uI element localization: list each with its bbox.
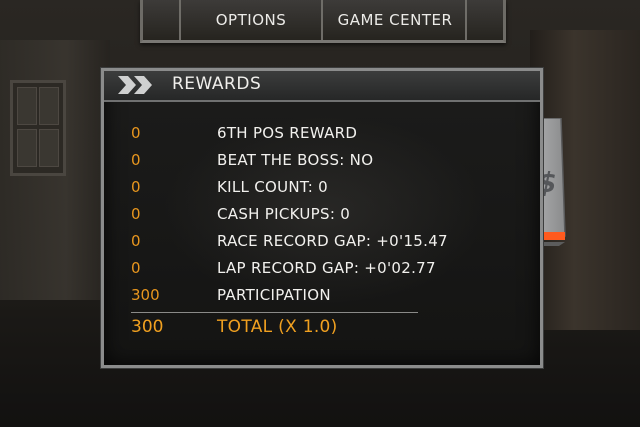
- reward-label: PARTICIPATION: [217, 286, 331, 304]
- rewards-panel: REWARDS 0 6TH POS REWARD 0 BEAT THE BOSS…: [101, 68, 543, 368]
- reward-row: 0 RACE RECORD GAP: +0'15.47: [104, 232, 540, 258]
- total-value: 300: [131, 317, 164, 337]
- reward-value: 0: [131, 124, 141, 142]
- menu-divider: [465, 0, 467, 40]
- menu-divider: [179, 0, 181, 40]
- reward-row: 0 6TH POS REWARD: [104, 124, 540, 150]
- panel-title: REWARDS: [172, 74, 262, 94]
- reward-value: 300: [131, 286, 160, 304]
- reward-row: 0 CASH PICKUPS: 0: [104, 205, 540, 231]
- options-button[interactable]: OPTIONS: [179, 0, 323, 40]
- reward-value: 0: [131, 178, 141, 196]
- reward-value: 0: [131, 205, 141, 223]
- reward-label: KILL COUNT: 0: [217, 178, 329, 196]
- garage-window: [10, 80, 66, 176]
- reward-row: 300 PARTICIPATION: [104, 286, 540, 312]
- panel-header: REWARDS: [104, 71, 540, 102]
- total-divider: [131, 312, 418, 313]
- reward-value: 0: [131, 232, 141, 250]
- reward-row: 0 LAP RECORD GAP: +0'02.77: [104, 259, 540, 285]
- game-center-button[interactable]: GAME CENTER: [323, 0, 467, 40]
- reward-row: 0 BEAT THE BOSS: NO: [104, 151, 540, 177]
- reward-label: CASH PICKUPS: 0: [217, 205, 351, 223]
- double-chevron-icon: [118, 76, 152, 94]
- total-row: 300 TOTAL (X 1.0): [104, 317, 540, 343]
- reward-label: RACE RECORD GAP: +0'15.47: [217, 232, 448, 250]
- reward-row: 0 KILL COUNT: 0: [104, 178, 540, 204]
- total-label: TOTAL (X 1.0): [217, 317, 338, 337]
- reward-value: 0: [131, 151, 141, 169]
- reward-label: 6TH POS REWARD: [217, 124, 358, 142]
- reward-value: 0: [131, 259, 141, 277]
- reward-label: LAP RECORD GAP: +0'02.77: [217, 259, 436, 277]
- top-menu-bar: OPTIONS GAME CENTER: [140, 0, 506, 43]
- reward-label: BEAT THE BOSS: NO: [217, 151, 374, 169]
